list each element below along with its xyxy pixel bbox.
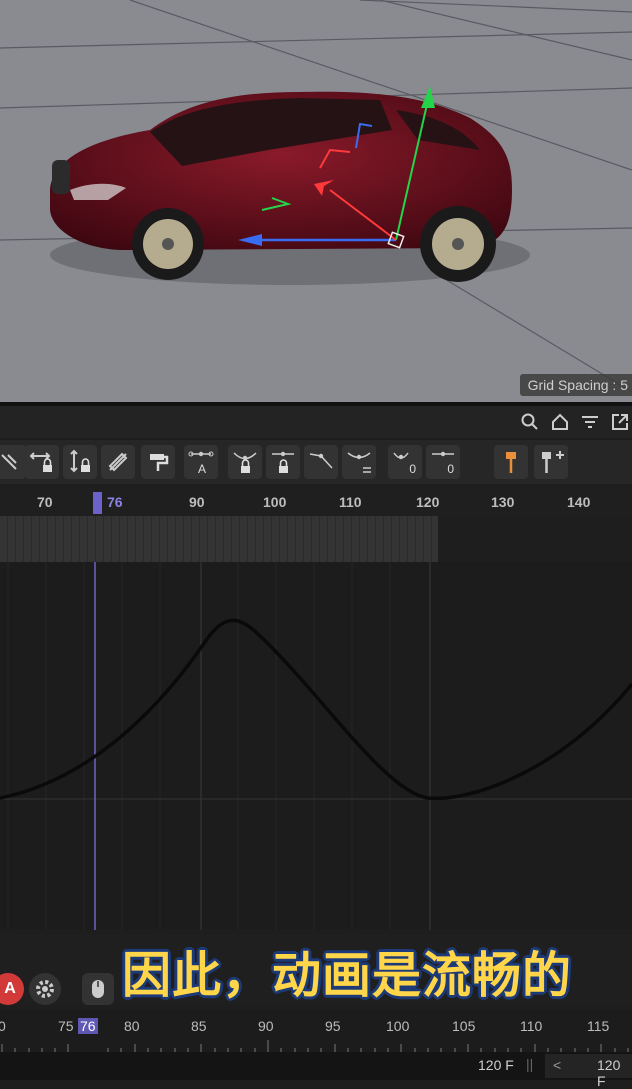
ruler-current-frame: 76 [107,494,123,510]
timeline-tick: 75 [58,1018,74,1034]
ruler-tick: 100 [263,494,287,510]
filter-icon[interactable] [578,410,602,434]
end-frame-stepper[interactable]: < 120 F [545,1054,632,1089]
expand-icon[interactable] [608,410,632,434]
curve-graph[interactable] [0,562,632,930]
grid-spacing-label: Grid Spacing : 5 [519,374,632,396]
curve-graph-canvas [0,562,632,930]
timeline-tick: 115 [587,1018,610,1034]
ruler-tick: 130 [491,494,515,510]
lock-horizontal-icon[interactable] [25,445,59,479]
paint-roller-icon[interactable] [141,445,175,479]
lock-vertical-icon[interactable] [63,445,97,479]
auto-tangent-icon[interactable]: A [184,445,218,479]
zero-length-label: 0 [447,462,454,476]
equal-tangent-icon[interactable] [342,445,376,479]
viewport-3d[interactable]: Grid Spacing : 5 [0,0,632,402]
timeline-tick: 100 [386,1018,410,1034]
tangent-toolbar: A 0 0 [0,440,632,484]
chevron-left-icon[interactable]: < [553,1057,561,1073]
timeline-tick: 0 [0,1018,6,1034]
frame-ruler[interactable]: 70 76 90 100 110 120 130 140 [0,488,632,516]
timeline-tick: 110 [520,1018,543,1034]
mouse-icon[interactable] [82,973,114,1005]
ruler-tick: 90 [189,494,205,510]
linear-tangent-icon[interactable] [304,445,338,479]
status-bar: 120 F || < 120 F [0,1052,632,1089]
lock-tangent-length-icon[interactable] [266,445,300,479]
end-frame-field[interactable]: 120 F [478,1057,514,1073]
edit-tangent-icon[interactable] [101,445,135,479]
end-frame-value: 120 F [597,1057,621,1089]
keyframe-summary-band[interactable] [0,516,438,562]
timeline-tick: 95 [325,1018,341,1034]
subtitle-caption: 因此，动画是流畅的 [122,949,573,1003]
timeline-ruler[interactable]: 0 75 76 80 85 90 95 100 105 110 115 [0,1010,632,1052]
add-marker-icon[interactable] [534,445,568,479]
auto-tangent-label: A [197,462,206,476]
settings-gear-icon[interactable] [29,973,61,1005]
lock-tangent-angle-icon[interactable] [228,445,262,479]
ruler-tick: 120 [416,494,440,510]
zero-length-icon[interactable]: 0 [426,445,460,479]
tangent-break-icon[interactable] [0,445,26,479]
zero-angle-icon[interactable]: 0 [388,445,422,479]
ruler-tick: 110 [339,494,362,510]
timeline-tick: 85 [191,1018,207,1034]
search-icon[interactable] [518,410,542,434]
ruler-tick: 70 [37,494,53,510]
graph-editor-header [0,406,632,438]
timeline-tick-marks [1,1040,629,1052]
home-icon[interactable] [548,410,572,434]
timeline-tick: 105 [452,1018,476,1034]
timeline-current-frame[interactable]: 76 [78,1018,98,1034]
separator-handle: || [526,1056,534,1072]
timeline-tick: 90 [258,1018,274,1034]
ruler-tick: 140 [567,494,591,510]
timeline-tick: 80 [124,1018,140,1034]
playhead-handle[interactable] [93,492,102,514]
scene-render [0,0,632,393]
zero-angle-label: 0 [409,462,416,476]
marker-icon[interactable] [494,445,528,479]
